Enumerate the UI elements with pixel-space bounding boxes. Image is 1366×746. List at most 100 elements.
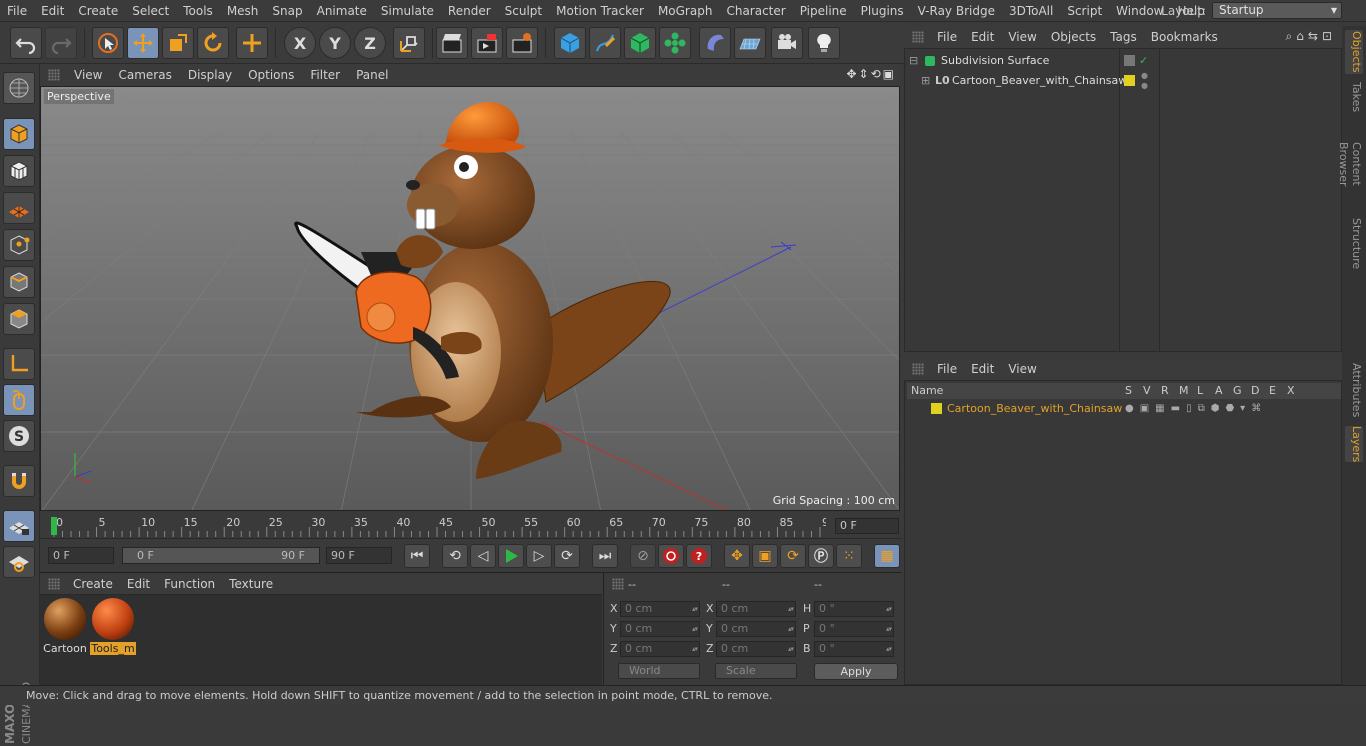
menu-3dtoall[interactable]: 3DToAll	[1002, 4, 1060, 18]
texture-mode-button[interactable]	[3, 155, 35, 187]
autokey-button[interactable]	[658, 544, 684, 568]
redo-button[interactable]	[45, 27, 77, 59]
go-to-end-button[interactable]: ⏭	[592, 544, 618, 568]
recent-tool-button[interactable]	[236, 27, 268, 59]
menu-select[interactable]: Select	[125, 4, 176, 18]
material-swatch-cartoon[interactable]: Cartoon	[42, 598, 88, 658]
playhead[interactable]	[51, 517, 57, 535]
record-keys-button[interactable]: ⊘	[630, 544, 656, 568]
record-scale-button[interactable]: ▣	[752, 544, 778, 568]
menu-pipeline[interactable]: Pipeline	[793, 4, 854, 18]
enabled-check-icon[interactable]: ✓	[1139, 51, 1148, 71]
mograph-cloner-button[interactable]	[659, 27, 691, 59]
material-menu-function[interactable]: Function	[157, 577, 222, 591]
snap-toggle-button[interactable]	[3, 465, 35, 497]
col-generators[interactable]: G	[1233, 384, 1242, 397]
col-view[interactable]: V	[1143, 384, 1151, 397]
current-frame-field[interactable]: 0 F	[835, 518, 899, 534]
object-row-beaver[interactable]: ⊞ L0 Cartoon_Beaver_with_Chainsaw ● ●	[905, 71, 1341, 91]
col-solo[interactable]: S	[1125, 384, 1132, 397]
panel-grip[interactable]	[612, 578, 624, 590]
size-z-field[interactable]: 0 cm	[716, 641, 796, 657]
move-tool-button[interactable]	[127, 27, 159, 59]
render-view-button[interactable]	[436, 27, 468, 59]
render-picture-viewer-button[interactable]	[471, 27, 503, 59]
menu-render[interactable]: Render	[441, 4, 498, 18]
rotate-tool-button[interactable]	[197, 27, 229, 59]
planar-workplane-button[interactable]	[3, 546, 35, 578]
layer-color-swatch[interactable]	[931, 403, 942, 414]
viewport-nav-icons[interactable]: ✥⇕⟲▣	[846, 67, 896, 81]
col-animation[interactable]: A	[1215, 384, 1223, 397]
rot-b-field[interactable]: 0 °	[814, 641, 894, 657]
start-frame-field[interactable]: 0 F	[48, 547, 114, 564]
menu-mograph[interactable]: MoGraph	[651, 4, 720, 18]
layers-menu-edit[interactable]: Edit	[964, 362, 1001, 376]
record-rotation-button[interactable]: ⟳	[780, 544, 806, 568]
points-mode-button[interactable]	[3, 229, 35, 261]
end-frame-field[interactable]: 90 F	[326, 547, 392, 564]
record-position-button[interactable]: ✥	[724, 544, 750, 568]
col-manager[interactable]: M	[1179, 384, 1189, 397]
menu-motion-tracker[interactable]: Motion Tracker	[549, 4, 651, 18]
visibility-dots-icon[interactable]: ● ●	[1141, 71, 1148, 91]
menu-character[interactable]: Character	[719, 4, 792, 18]
tab-layers[interactable]: Layers	[1345, 426, 1363, 462]
material-menu-edit[interactable]: Edit	[120, 577, 157, 591]
tab-structure[interactable]: Structure	[1345, 218, 1363, 269]
objects-menu-tags[interactable]: Tags	[1103, 30, 1144, 44]
viewport-menu-cameras[interactable]: Cameras	[110, 68, 179, 82]
tweak-mode-button[interactable]	[3, 384, 35, 416]
menu-edit[interactable]: Edit	[34, 4, 71, 18]
pos-z-field[interactable]: 0 cm	[620, 641, 700, 657]
model-mode-button[interactable]	[3, 118, 35, 150]
layers-menu-file[interactable]: File	[930, 362, 964, 376]
menu-snap[interactable]: Snap	[265, 4, 309, 18]
tab-takes[interactable]: Takes	[1345, 82, 1363, 112]
layer-name[interactable]: Cartoon_Beaver_with_Chainsaw	[947, 399, 1122, 419]
menu-vray-bridge[interactable]: V-Ray Bridge	[911, 4, 1002, 18]
col-render[interactable]: R	[1161, 384, 1169, 397]
size-mode-dropdown[interactable]: Scale	[715, 663, 797, 679]
menu-animate[interactable]: Animate	[310, 4, 374, 18]
timeline-ruler[interactable]: 0 5 10 15 20 25 30 35 40 45 50 55 60 65 70 75 80 85 90	[50, 515, 826, 537]
viewport-menu-filter[interactable]: Filter	[302, 68, 348, 82]
next-key-button[interactable]: ⟳	[554, 544, 580, 568]
menu-plugins[interactable]: Plugins	[854, 4, 911, 18]
solo-mode-button[interactable]: S	[3, 420, 35, 452]
viewport-menu-display[interactable]: Display	[180, 68, 240, 82]
timeline[interactable]: 0 5 10 15 20 25 30 35 40 45 50 55 60 65 70 75 80 85 90 0 F	[40, 511, 902, 539]
layers-menu-view[interactable]: View	[1001, 362, 1043, 376]
material-menu-texture[interactable]: Texture	[222, 577, 280, 591]
workplane-lock-button[interactable]	[3, 510, 35, 542]
x-axis-lock-button[interactable]: X	[284, 27, 316, 59]
axis-mode-button[interactable]	[3, 348, 35, 380]
camera-button[interactable]	[771, 27, 803, 59]
previous-frame-button[interactable]: ◁	[470, 544, 496, 568]
record-parameter-button[interactable]: Ⓟ	[808, 544, 834, 568]
floor-button[interactable]	[734, 27, 766, 59]
pos-x-field[interactable]: 0 cm	[620, 601, 700, 617]
size-y-field[interactable]: 0 cm	[716, 621, 796, 637]
apply-button[interactable]: Apply	[814, 663, 898, 680]
material-menu-create[interactable]: Create	[66, 577, 120, 591]
z-axis-lock-button[interactable]: Z	[354, 27, 386, 59]
spline-pen-button[interactable]	[589, 27, 621, 59]
y-axis-lock-button[interactable]: Y	[319, 27, 351, 59]
object-row-subdivision-surface[interactable]: ⊟ Subdivision Surface ✓	[905, 51, 1341, 71]
tree-expander-icon[interactable]: ⊞	[921, 71, 930, 91]
pos-y-field[interactable]: 0 cm	[620, 621, 700, 637]
cube-primitive-button[interactable]	[554, 27, 586, 59]
objects-menu-bookmarks[interactable]: Bookmarks	[1144, 30, 1225, 44]
objects-menu-edit[interactable]: Edit	[964, 30, 1001, 44]
undo-button[interactable]	[10, 27, 42, 59]
col-name[interactable]: Name	[911, 384, 943, 397]
preview-range-slider[interactable]: 0 F 90 F	[122, 547, 320, 564]
objects-menu-view[interactable]: View	[1001, 30, 1043, 44]
col-xref[interactable]: X	[1287, 384, 1295, 397]
tree-expander-icon[interactable]: ⊟	[909, 51, 918, 71]
tab-objects[interactable]: Objects	[1345, 30, 1363, 74]
deformer-button[interactable]	[699, 27, 731, 59]
layer-swatch[interactable]	[1124, 55, 1135, 66]
menu-tools[interactable]: Tools	[176, 4, 220, 18]
